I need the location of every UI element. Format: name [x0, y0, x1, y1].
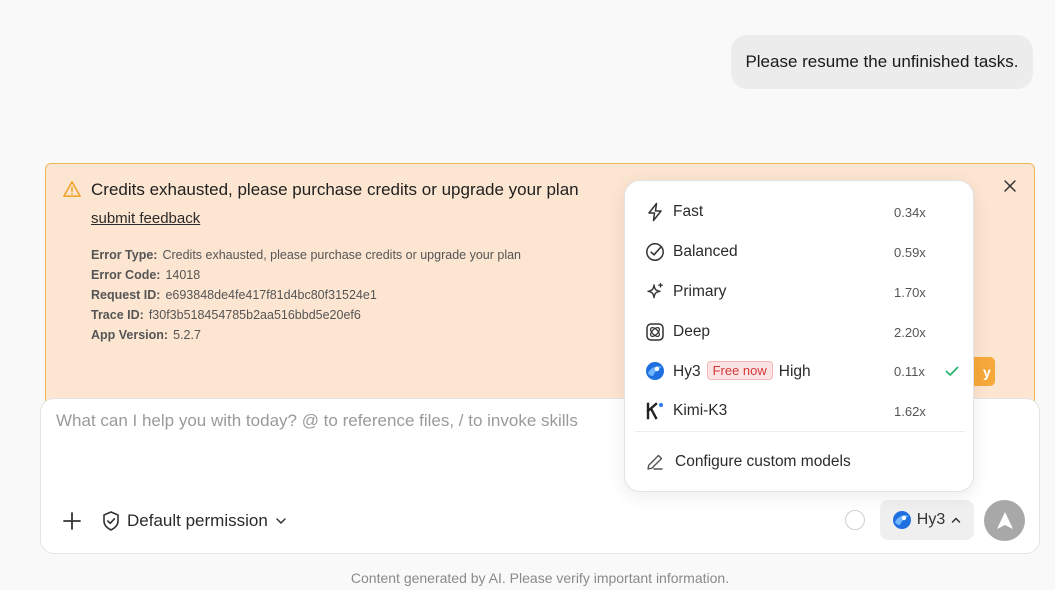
- configure-custom-models[interactable]: Configure custom models: [635, 444, 965, 480]
- model-option-multiplier: 2.20x: [894, 325, 926, 340]
- alert-title: Credits exhausted, please purchase credi…: [91, 180, 579, 199]
- hy3-logo-icon: [646, 362, 664, 380]
- warning-icon: [63, 180, 81, 198]
- plus-icon[interactable]: [61, 510, 83, 532]
- lightning-icon: [648, 202, 662, 222]
- error-detail-row: Trace ID: f30f3b518454785b2aa516bbd5e20ef…: [91, 308, 361, 322]
- check-circle-icon: [646, 243, 664, 261]
- model-option-label: Kimi-K3: [673, 402, 728, 419]
- model-option-primary[interactable]: Primary 1.70x: [635, 274, 965, 310]
- model-option-label: Fast: [673, 203, 704, 220]
- model-menu: Fast 0.34x Balanced 0.59x Primary 1.70x …: [624, 180, 974, 492]
- user-message-bubble: Please resume the unfinished tasks.: [731, 35, 1033, 89]
- checkmark-icon: [945, 366, 959, 376]
- send-arrow-icon: [996, 511, 1013, 529]
- toggle-radio[interactable]: [845, 510, 865, 530]
- free-now-badge: Free now: [706, 361, 773, 380]
- permission-label: Default permission: [127, 511, 268, 530]
- permission-dropdown[interactable]: Default permission: [101, 508, 288, 534]
- model-selector-button[interactable]: Hy3: [880, 500, 974, 540]
- hy3-logo-icon: [892, 511, 911, 529]
- submit-feedback-link[interactable]: submit feedback: [91, 210, 200, 227]
- ai-disclaimer: Content generated by AI. Please verify i…: [350, 570, 730, 586]
- error-detail-row: Request ID: e693848de4fe417f81d4bc80f3152…: [91, 288, 377, 302]
- upgrade-button-text: y: [983, 364, 991, 380]
- model-selector-label: Hy3: [916, 511, 946, 528]
- error-details: Error Type: Credits exhausted, please pur…: [91, 245, 521, 345]
- chevron-up-icon: [951, 517, 961, 523]
- model-option-fast[interactable]: Fast 0.34x: [635, 194, 965, 230]
- sparkle-icon: [647, 282, 663, 299]
- kimi-logo-icon: [646, 402, 663, 420]
- model-option-kimi-k3[interactable]: Kimi-K3 1.62x: [635, 393, 965, 429]
- close-icon[interactable]: [1003, 179, 1017, 193]
- user-message-text: Please resume the unfinished tasks.: [745, 52, 1019, 71]
- error-detail-row: Error Code: 14018: [91, 268, 201, 282]
- model-option-label: Deep: [673, 323, 711, 340]
- model-option-hy3[interactable]: Hy3 Free now High 0.11x: [635, 353, 965, 389]
- model-option-label: Primary: [673, 283, 727, 300]
- deep-icon: [646, 323, 664, 341]
- model-option-multiplier: 0.34x: [894, 205, 926, 220]
- model-option-label-group: Hy3 Free now High: [673, 361, 811, 381]
- menu-divider: [635, 431, 965, 432]
- pencil-icon: [647, 454, 663, 470]
- send-button[interactable]: [984, 500, 1025, 541]
- model-option-label: Hy3: [673, 363, 701, 380]
- chevron-down-icon: [276, 518, 286, 524]
- model-option-multiplier: 1.70x: [894, 285, 926, 300]
- model-option-multiplier: 0.59x: [894, 245, 926, 260]
- error-detail-row: Error Type: Credits exhausted, please pur…: [91, 248, 521, 262]
- model-option-balanced[interactable]: Balanced 0.59x: [635, 234, 965, 270]
- model-option-multiplier: 1.62x: [894, 404, 926, 419]
- model-option-deep[interactable]: Deep 2.20x: [635, 314, 965, 350]
- error-detail-row: App Version: 5.2.7: [91, 328, 201, 342]
- model-option-tier: High: [778, 363, 811, 380]
- model-option-multiplier: 0.11x: [894, 364, 925, 379]
- configure-custom-models-label: Configure custom models: [675, 453, 851, 470]
- model-option-label: Balanced: [673, 243, 738, 260]
- shield-check-icon: [103, 511, 119, 531]
